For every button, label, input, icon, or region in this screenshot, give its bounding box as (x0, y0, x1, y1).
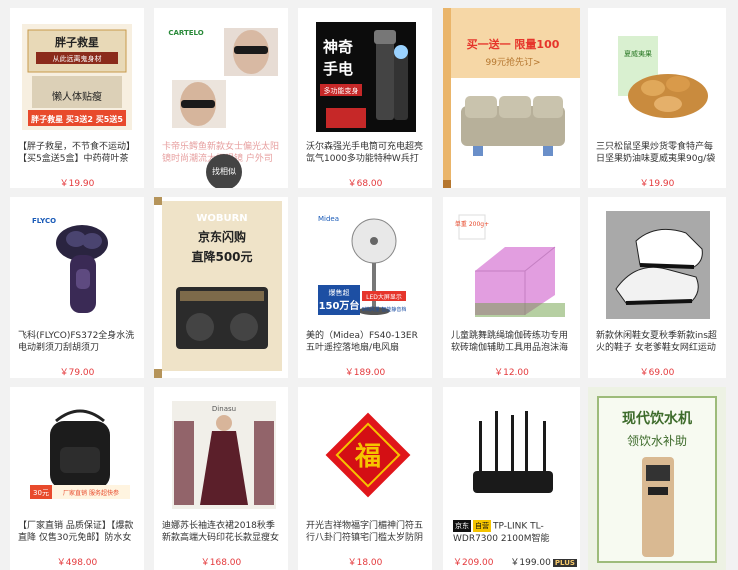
product-image[interactable]: FLYCO (26, 209, 132, 319)
img-line1: 福 (354, 442, 381, 472)
product-price: ￥209.00 (453, 558, 494, 568)
product-price: ￥189.00 (344, 368, 386, 378)
promo-card[interactable]: 买一送一 限量100 99元抢先订> (443, 8, 580, 188)
img-line1: 30元 (33, 489, 49, 497)
img-line2: 150万台 (319, 299, 360, 312)
img-line1: 胖子救星 (55, 35, 99, 49)
product-card[interactable]: Dinasu 迪娜苏长袖连衣裙2018秋季新款高端大码印花长款显瘦女 ￥168.… (154, 387, 288, 570)
img-brand: CARTELO (168, 29, 203, 37)
product-title[interactable]: 新款休闲鞋女夏秋季新款ins超火的鞋子 女老爹鞋女网红运动 (596, 330, 718, 354)
product-title[interactable]: 三只松鼠坚果炒货零食特产每日坚果奶油味夏威夷果90g/袋 (596, 141, 718, 165)
product-card[interactable]: 单重 200g+ 儿童跳舞跳绳瑜伽砖练功专用软砖瑜伽辅助工具用品泡沫海绵砖块 ￥… (443, 197, 580, 378)
product-card[interactable]: 30元 厂家直销 服务超快参 【厂家直销 品质保证】【爆款直降 仅售30元免邮】… (10, 387, 144, 570)
img-line4: 9档风量 智能静音档 (362, 306, 407, 313)
product-price: ￥168.00 (200, 558, 242, 568)
product-image[interactable]: CARTELO (168, 22, 278, 130)
product-image[interactable]: 单重 200g+ (455, 211, 569, 319)
img-line3: 懒人体贴瘦 (52, 90, 102, 103)
img-line1: 夏威夷果 (624, 49, 652, 58)
product-card[interactable]: CARTELO 卡帝乐鳄鱼新款女士偏光太阳镜时尚潮流大框眼镜 户外司机驾驶镜 C… (154, 8, 288, 188)
product-card[interactable]: 夏威夷果 三只松鼠坚果炒货零食特产每日坚果奶油味夏威夷果90g/袋 ￥19.90 (588, 8, 726, 188)
price-row: ￥209.00 ￥199.00 PLUS (453, 555, 580, 568)
promo-banner[interactable]: WOBURN 京东闪购 直降500元 (154, 197, 288, 378)
product-image[interactable]: 神奇 手电 多功能变身 (316, 22, 416, 132)
product-price: ￥79.00 (59, 368, 95, 378)
promo-line1: WOBURN (196, 213, 247, 224)
promo-line2: 99元抢先订> (486, 56, 541, 68)
product-title[interactable]: 儿童跳舞跳绳瑜伽砖练功专用软砖瑜伽辅助工具用品泡沫海绵砖块 (451, 330, 572, 354)
product-card[interactable]: 神奇 手电 多功能变身 沃尔森强光手电筒可充电超亮氙气1000多功能特种W兵打猎… (298, 8, 432, 188)
product-card[interactable]: Midea 爆售超 150万台 LED大屏显示 9档风量 智能静音档 美的（Mi… (298, 197, 432, 378)
promo-card[interactable]: 现代饮水机 领饮水补助 (588, 387, 726, 570)
promo-line1: 现代饮水机 (622, 410, 692, 427)
product-image[interactable]: 夏威夷果 (608, 26, 712, 124)
product-grid: 胖子救星 从此远离鬼身材 懒人体贴瘦 胖子救星 买3送2 买5送5 【胖子救星，… (0, 0, 738, 570)
product-title[interactable]: 京东自营TP-LINK TL-WDR7300 2100M智能11AC双频无线 (453, 520, 572, 544)
product-price: ￥19.90 (59, 179, 95, 188)
product-image[interactable]: 福 (316, 401, 420, 509)
img-line3: LED大屏显示 (366, 293, 402, 301)
product-image[interactable] (459, 401, 565, 509)
product-card[interactable]: 福 开光吉祥物福字门楣神门符五行八卦门符镇宅门槛太岁防阴挡 ￥18.00 (298, 387, 432, 570)
jd-tag: 京东 (453, 520, 471, 532)
product-card[interactable]: 胖子救星 从此远离鬼身材 懒人体贴瘦 胖子救星 买3送2 买5送5 【胖子救星，… (10, 8, 144, 188)
img-line2: 厂家直销 服务超快参 (63, 489, 119, 497)
promo-line2: 领饮水补助 (627, 434, 687, 448)
promo-banner[interactable]: 现代饮水机 领饮水补助 (588, 387, 726, 570)
promo-line2: 京东闪购 (198, 229, 246, 244)
img-line1: 神奇 (323, 38, 353, 56)
promo-line1: 买一送一 限量100 (467, 37, 560, 51)
product-title[interactable]: 美的（Midea）FS40-13ER 五叶遥控落地扇/电风扇 (306, 330, 424, 354)
promo-line3: 直降500元 (191, 249, 252, 264)
self-operated-tag: 自营 (473, 520, 491, 532)
find-similar-button[interactable]: 找相似 (206, 154, 242, 188)
product-price: ￥12.00 (494, 368, 529, 378)
promo-card[interactable]: WOBURN 京东闪购 直降500元 (154, 197, 288, 378)
img-line1: 爆售超 (329, 288, 350, 297)
product-title[interactable]: 飞科(FLYCO)FS372全身水洗电动剃须刀刮胡须刀 (18, 330, 136, 354)
img-brand: Midea (318, 215, 339, 223)
product-card[interactable]: FLYCO 飞科(FLYCO)FS372全身水洗电动剃须刀刮胡须刀 ￥79.00 (10, 197, 144, 378)
img-line3: 多功能变身 (324, 86, 359, 95)
img-line1: 单重 200g+ (455, 220, 489, 228)
product-image[interactable]: 30元 厂家直销 服务超快参 (28, 401, 132, 509)
product-card[interactable]: 京东自营TP-LINK TL-WDR7300 2100M智能11AC双频无线 ￥… (443, 387, 580, 570)
plus-price: ￥199.00 (510, 558, 551, 568)
img-line2: 手电 (323, 60, 353, 78)
plus-badge: PLUS (552, 558, 577, 567)
product-price: ￥18.00 (347, 558, 383, 568)
product-image[interactable]: Midea 爆售超 150万台 LED大屏显示 9档风量 智能静音档 (316, 211, 420, 319)
product-price: ￥498.00 (56, 558, 98, 568)
img-brand: Dinasu (212, 405, 236, 413)
product-title[interactable]: 迪娜苏长袖连衣裙2018秋季新款高端大码印花长款显瘦女 (162, 520, 280, 544)
product-image[interactable]: 胖子救星 从此远离鬼身材 懒人体贴瘦 胖子救星 买3送2 买5送5 (22, 24, 132, 130)
product-price: ￥69.00 (639, 368, 675, 378)
img-brand: FLYCO (32, 217, 56, 225)
img-line2: 从此远离鬼身材 (53, 54, 102, 63)
product-card[interactable]: 新款休闲鞋女夏秋季新款ins超火的鞋子 女老爹鞋女网红运动 ￥69.00 (588, 197, 726, 378)
product-title[interactable]: 【厂家直销 品质保证】【爆款直降 仅售30元免邮】防水女包 (18, 520, 136, 544)
promo-banner[interactable]: 买一送一 限量100 99元抢先订> (443, 8, 580, 188)
product-title[interactable]: 沃尔森强光手电筒可充电超亮氙气1000多功能特种W兵打猎LE (306, 141, 424, 165)
img-line4: 胖子救星 买3送2 买5送5 (30, 114, 123, 124)
product-title[interactable]: 开光吉祥物福字门楣神门符五行八卦门符镇宅门槛太岁防阴挡 (306, 520, 424, 544)
product-title[interactable]: 【胖子救星，不节食不运动】【买5盒送5盒】中药荷叶茶 懒人 (18, 141, 136, 165)
product-price: ￥68.00 (347, 179, 383, 188)
product-price: ￥19.90 (639, 179, 675, 188)
product-image[interactable]: Dinasu (172, 401, 276, 509)
product-image[interactable] (606, 211, 710, 319)
